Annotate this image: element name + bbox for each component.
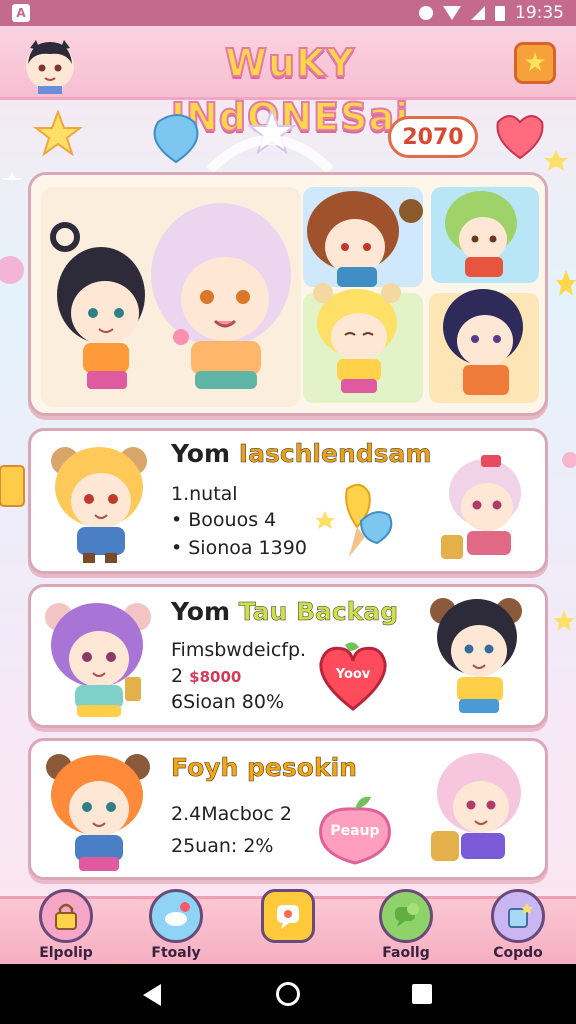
home-icon[interactable]	[276, 982, 300, 1006]
favorites-star-button[interactable]: ★	[514, 42, 556, 84]
card-2-title: Yom Tau Backag	[171, 597, 399, 627]
profile-avatar[interactable]	[22, 38, 78, 94]
card-2-line-1: Fimsbwdeicfp.	[171, 639, 307, 661]
system-navigation-bar	[0, 964, 576, 1024]
heart-sticker: Yoov	[315, 641, 391, 713]
nav-item-2-label: Ftoaly	[151, 945, 201, 961]
star-icon: ★	[523, 48, 547, 78]
card-2-line-3: 6Sioan 80%	[171, 691, 285, 713]
right-star-decoration	[553, 610, 575, 631]
card-3-line-2: 25uan: 2%	[171, 835, 274, 857]
left-box-decoration	[0, 465, 25, 507]
peach-sticker: Peaup	[315, 791, 395, 867]
battery-icon	[495, 5, 505, 21]
character-pink-twin-tail-illustration	[431, 753, 521, 861]
card-3-line-1: 2.4Macboc 2	[171, 803, 292, 825]
card-1-line-2: • Boouos 4	[171, 509, 277, 531]
nav-item-5-label: Copdo	[493, 945, 543, 961]
character-group-illustration	[31, 175, 545, 413]
app-title: WuKY INdONESai	[170, 40, 410, 140]
signal-icon	[471, 6, 485, 20]
nav-item-4[interactable]: Faollg	[366, 889, 446, 967]
character-orange-hair-illustration	[46, 754, 150, 871]
nav-item-3[interactable]	[248, 889, 328, 967]
status-bar: A 19:35	[0, 0, 576, 26]
character-bear-blonde-illustration	[51, 447, 147, 563]
year-badge: 2070	[388, 116, 478, 158]
decorative-background-icons	[2, 107, 568, 180]
card-3-title: Foyh pesokin	[171, 753, 358, 783]
lock-bag-icon	[39, 889, 93, 943]
cloud-bubble-icon	[149, 889, 203, 943]
app-header: WuKY INdONESai ★	[0, 26, 576, 140]
card-1-title-a: Yom	[171, 439, 231, 468]
app-notification-icon: A	[12, 4, 30, 22]
character-pink-hair-illustration	[441, 455, 521, 559]
card-2-line-2-count: 2	[171, 665, 184, 687]
heart-sticker-label: Yoov	[335, 667, 371, 682]
card-2-title-b: Tau Backag	[238, 597, 399, 627]
info-card-1[interactable]: Yom Iaschlendsam 1.nutal • Boouos 4 • Si…	[28, 428, 548, 574]
info-card-2[interactable]: Yom Tau Backag Fimsbwdeicfp. 2 $8000 6Si…	[28, 584, 548, 728]
bottom-navigation: Elpolip Ftoaly Faollg Copdo	[0, 889, 576, 964]
nav-item-2[interactable]: Ftoaly	[136, 889, 216, 967]
right-side-decorations	[556, 270, 576, 468]
card-2-price: $8000	[189, 668, 242, 686]
speech-bubble-icon	[379, 889, 433, 943]
back-icon[interactable]	[143, 984, 161, 1006]
download-icon	[419, 6, 433, 20]
card-2-title-a: Yom	[171, 597, 231, 626]
gift-box-icon	[491, 889, 545, 943]
nav-item-4-label: Faollg	[382, 945, 430, 961]
character-bear-dark-hair-illustration	[430, 598, 522, 713]
wifi-icon	[443, 6, 461, 20]
info-card-3[interactable]: Foyh pesokin 2.4Macboc 2 25uan: 2% Peaup	[28, 738, 548, 880]
nav-item-1-label: Elpolip	[39, 945, 93, 961]
character-gallery-banner[interactable]	[28, 172, 548, 416]
card-1-title-b: Iaschlendsam	[238, 439, 432, 469]
character-purple-hair-illustration	[45, 603, 151, 717]
ice-cream-sparkle-icon	[315, 483, 393, 557]
nav-item-5[interactable]: Copdo	[478, 889, 558, 967]
left-cloud-decoration	[0, 256, 24, 284]
card-1-title: Yom Iaschlendsam	[171, 439, 432, 469]
nav-item-1[interactable]: Elpolip	[26, 889, 106, 967]
card-1-line-1: 1.nutal	[171, 483, 238, 505]
chat-bubble-icon	[261, 889, 315, 943]
card-1-line-3: • Sionoa 1390	[171, 537, 307, 559]
peach-sticker-label: Peaup	[330, 823, 380, 839]
card-2-line-2: 2 $8000	[171, 665, 241, 687]
recent-apps-icon[interactable]	[412, 984, 432, 1004]
status-time: 19:35	[515, 3, 564, 23]
